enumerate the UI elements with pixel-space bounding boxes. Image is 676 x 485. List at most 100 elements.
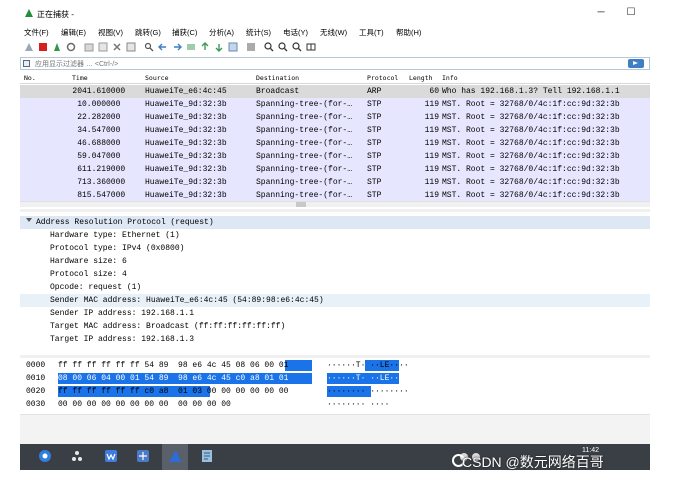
menu-help[interactable]: 帮助(H)	[396, 27, 421, 38]
tree-field[interactable]: Hardware type: Ethernet (1)	[20, 229, 650, 242]
tree-field[interactable]: Sender IP address: 192.168.1.1	[20, 307, 650, 320]
start-icon[interactable]	[38, 449, 52, 463]
save-file-icon[interactable]	[98, 42, 108, 52]
packet-destination: Spanning-tree-(for-…	[256, 165, 353, 174]
stop-icon[interactable]	[38, 42, 48, 52]
packet-list-horizontal-scrollbar[interactable]	[20, 201, 650, 207]
packet-length: 119	[424, 139, 439, 148]
zoom-out-icon[interactable]	[278, 42, 288, 52]
scrollbar-thumb[interactable]	[296, 202, 306, 207]
hex-row[interactable]: 0030 00 00 00 00 00 00 00 00 00 00 00 00…	[20, 399, 650, 412]
column-header-time[interactable]: Time	[72, 74, 88, 82]
options-gear-icon[interactable]	[66, 42, 76, 52]
packet-row[interactable]: 2 2.282000 HuaweiTe_9d:32:3b Spanning-tr…	[20, 111, 650, 124]
back-icon[interactable]	[158, 42, 168, 52]
menu-capture[interactable]: 捕获(C)	[172, 27, 197, 38]
packet-time: 6.688000	[82, 139, 121, 148]
restart-icon[interactable]	[52, 42, 62, 52]
hex-offset: 0020	[26, 387, 46, 396]
reload-icon[interactable]	[126, 42, 136, 52]
packet-protocol: STP	[367, 139, 382, 148]
packet-row[interactable]: 8 15.547000 HuaweiTe_9d:32:3b Spanning-t…	[20, 189, 650, 201]
first-packet-icon[interactable]	[200, 42, 210, 52]
open-file-icon[interactable]	[84, 42, 94, 52]
packet-time: 41.610000	[82, 87, 126, 96]
zoom-in-icon[interactable]	[264, 42, 274, 52]
last-packet-icon[interactable]	[214, 42, 224, 52]
menu-analyze[interactable]: 分析(A)	[209, 27, 234, 38]
tree-field[interactable]: Protocol type: IPv4 (0x0800)	[20, 242, 650, 255]
column-header-length[interactable]: Length	[409, 74, 432, 82]
packet-row[interactable]: 1 0.000000 HuaweiTe_9d:32:3b Spanning-tr…	[20, 98, 650, 111]
tree-field[interactable]: Target MAC address: Broadcast (ff:ff:ff:…	[20, 320, 650, 333]
wps-icon[interactable]	[104, 449, 118, 463]
hex-row[interactable]: 0000 ff ff ff ff ff ff 54 89 98 e6 4c 45…	[20, 360, 650, 373]
tree-field[interactable]: Protocol size: 4	[20, 268, 650, 281]
field-opcode: Opcode: request (1)	[50, 283, 142, 292]
column-header-no[interactable]: No.	[24, 74, 36, 82]
wireshark-icon[interactable]	[168, 449, 182, 463]
menu-tools[interactable]: 工具(T)	[359, 27, 384, 38]
bookmark-icon[interactable]	[23, 60, 30, 67]
display-filter-input[interactable]	[35, 59, 615, 69]
packet-row[interactable]: 20 41.610000 HuaweiTe_e6:4c:45 Broadcast…	[20, 85, 650, 98]
menu-statistics[interactable]: 统计(S)	[246, 27, 271, 38]
hex-row[interactable]: 0010 08 00 06 04 00 01 54 89 98 e6 4c 45…	[20, 373, 650, 386]
packet-time: 11.219000	[82, 165, 126, 174]
minimize-button[interactable]: ─	[594, 6, 608, 20]
notepad-icon[interactable]	[200, 449, 214, 463]
packet-row[interactable]: 6 11.219000 HuaweiTe_9d:32:3b Spanning-t…	[20, 163, 650, 176]
shark-fin-icon[interactable]	[24, 42, 34, 52]
tree-node-arp[interactable]: Address Resolution Protocol (request)	[20, 216, 650, 229]
column-header-destination[interactable]: Destination	[256, 74, 299, 82]
menu-wireless[interactable]: 无线(W)	[320, 27, 347, 38]
packet-info: Who has 192.168.1.3? Tell 192.168.1.1	[442, 87, 620, 96]
tree-field[interactable]: Opcode: request (1)	[20, 281, 650, 294]
menu-edit[interactable]: 编辑(E)	[61, 27, 86, 38]
zoom-normal-icon[interactable]	[292, 42, 302, 52]
wireshark-logo-icon	[25, 9, 33, 17]
tree-field[interactable]: Hardware size: 6	[20, 255, 650, 268]
close-file-icon[interactable]	[112, 42, 122, 52]
tree-field-selected[interactable]: Sender MAC address: HuaweiTe_e6:4c:45 (5…	[20, 294, 650, 307]
packet-row[interactable]: 5 9.047000 HuaweiTe_9d:32:3b Spanning-tr…	[20, 150, 650, 163]
colorize-icon[interactable]	[246, 42, 256, 52]
packet-time: 13.360000	[82, 178, 126, 187]
maximize-button[interactable]: ☐	[624, 6, 638, 20]
hex-row[interactable]: 0020 ff ff ff ff ff ff c0 a8 01 03 00 00…	[20, 386, 650, 399]
packet-row[interactable]: 4 6.688000 HuaweiTe_9d:32:3b Spanning-tr…	[20, 137, 650, 150]
packet-row[interactable]: 7 13.360000 HuaweiTe_9d:32:3b Spanning-t…	[20, 176, 650, 189]
packet-details-tree: Address Resolution Protocol (request) Ha…	[20, 214, 650, 354]
menu-telephony[interactable]: 电话(Y)	[283, 27, 308, 38]
packet-no: 4	[77, 139, 82, 148]
find-icon[interactable]	[144, 42, 154, 52]
menu-file[interactable]: 文件(F)	[24, 27, 49, 38]
apply-filter-button[interactable]	[628, 59, 644, 68]
pane-splitter[interactable]	[20, 209, 650, 212]
hex-offset: 0010	[26, 374, 46, 383]
menu-go[interactable]: 跳转(G)	[135, 27, 161, 38]
packet-length: 119	[424, 152, 439, 161]
chevron-down-icon[interactable]	[26, 218, 32, 222]
field-target-mac: Target MAC address: Broadcast (ff:ff:ff:…	[50, 322, 286, 331]
autoscroll-icon[interactable]	[228, 42, 238, 52]
packet-protocol: STP	[367, 100, 382, 109]
packet-length: 119	[424, 113, 439, 122]
menu-view[interactable]: 视图(V)	[98, 27, 123, 38]
go-to-packet-icon[interactable]	[186, 42, 196, 52]
packet-row[interactable]: 3 4.547000 HuaweiTe_9d:32:3b Spanning-tr…	[20, 124, 650, 137]
column-header-info[interactable]: Info	[442, 74, 458, 82]
settings-app-icon[interactable]	[70, 449, 84, 463]
packet-length: 119	[424, 100, 439, 109]
ensp-icon[interactable]	[136, 449, 150, 463]
packet-length: 119	[424, 165, 439, 174]
column-header-source[interactable]: Source	[145, 74, 168, 82]
resize-columns-icon[interactable]	[306, 42, 316, 52]
column-header-protocol[interactable]: Protocol	[367, 74, 398, 82]
packet-source: HuaweiTe_9d:32:3b	[145, 165, 227, 174]
packet-no: 7	[77, 178, 82, 187]
tree-field[interactable]: Target IP address: 192.168.1.3	[20, 333, 650, 346]
watermark-text: CSDN @数元网络百哥	[462, 454, 604, 470]
packet-info: MST. Root = 32768/0/4c:1f:cc:9d:32:3b	[442, 165, 620, 174]
forward-icon[interactable]	[172, 42, 182, 52]
